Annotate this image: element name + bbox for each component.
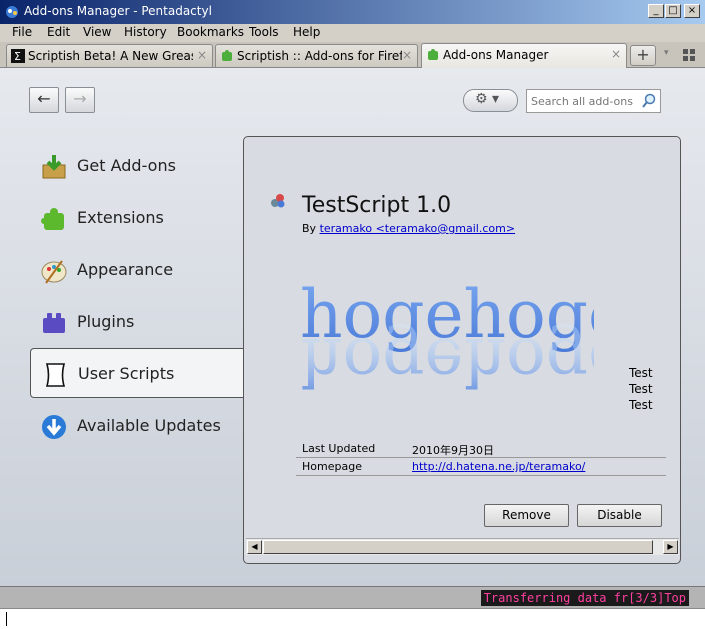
menu-help[interactable]: Help <box>293 25 320 39</box>
category-label: Extensions <box>77 208 164 227</box>
category-user-scripts[interactable]: User Scripts <box>30 348 245 398</box>
menu-tools[interactable]: Tools <box>249 25 279 39</box>
close-tab-icon[interactable]: × <box>611 47 621 61</box>
back-button[interactable]: ← <box>29 87 59 113</box>
horizontal-scrollbar[interactable]: ◀ ▶ <box>246 538 679 555</box>
plugin-icon <box>43 313 65 333</box>
svg-text:Σ: Σ <box>14 50 21 63</box>
scroll-right-icon[interactable]: ▶ <box>663 540 678 554</box>
category-label: Plugins <box>77 312 135 331</box>
text-cursor <box>6 612 7 626</box>
search-input[interactable] <box>531 91 643 111</box>
close-tab-icon[interactable]: × <box>402 48 412 62</box>
remove-button[interactable]: Remove <box>484 504 569 527</box>
category-plugins[interactable]: Plugins <box>30 297 245 347</box>
menu-history[interactable]: History <box>124 25 167 39</box>
detail-row-homepage: Homepage http://d.hatena.ne.jp/teramako/ <box>296 458 666 476</box>
tab-bar: Σ Scriptish Beta! A New Greas… × Scripti… <box>0 42 705 68</box>
category-available-updates[interactable]: Available Updates <box>30 401 245 451</box>
title-bar: Add-ons Manager - Pentadactyl _ □ × <box>0 0 705 24</box>
search-box[interactable] <box>526 89 661 113</box>
get-addons-icon <box>42 155 66 179</box>
detail-key: Last Updated <box>302 442 376 455</box>
status-bar: Transferring data fr[3/3]Top <box>0 586 705 608</box>
detail-key: Homepage <box>302 460 362 473</box>
status-text: Transferring data fr[3/3]Top <box>480 590 689 606</box>
addon-preview-image: hogehoge hogehoge <box>300 276 594 400</box>
puzzle-icon <box>428 49 438 60</box>
addon-version: 1.0 <box>416 193 452 218</box>
minimize-button[interactable]: _ <box>648 4 664 18</box>
category-appearance[interactable]: Appearance <box>30 245 245 295</box>
update-icon <box>42 415 66 439</box>
tab-label: Scriptish :: Add-ons for Firefox <box>237 49 402 63</box>
pentadactyl-icon <box>6 6 18 18</box>
addon-name: TestScript <box>302 193 410 218</box>
new-tab-button[interactable]: + <box>630 45 656 66</box>
category-label: Appearance <box>77 260 174 279</box>
detail-value: 2010年9月30日 <box>412 444 494 457</box>
palette-icon <box>41 260 67 284</box>
test-line: Test <box>629 398 653 412</box>
tab-groups-icon[interactable] <box>682 48 696 62</box>
gear-icon: ⚙ ▾ <box>475 91 500 107</box>
homepage-link[interactable]: http://d.hatena.ne.jp/teramako/ <box>412 460 585 473</box>
scroll-left-icon[interactable]: ◀ <box>247 540 262 554</box>
tab-scriptish-addons[interactable]: Scriptish :: Add-ons for Firefox × <box>215 44 418 67</box>
window-title: Add-ons Manager - Pentadactyl <box>24 4 212 18</box>
sigma-icon: Σ <box>11 49 25 63</box>
tab-addons-manager[interactable]: Add-ons Manager × <box>421 43 627 68</box>
command-line[interactable] <box>0 608 705 629</box>
forward-button[interactable]: → <box>65 87 95 113</box>
puzzle-icon <box>222 50 232 61</box>
test-lines: Test Test Test <box>629 365 653 413</box>
by-label: By <box>302 222 317 235</box>
addon-title: TestScript 1.0 <box>302 193 451 218</box>
addons-manager-content: ← → ⚙ ▾ Get Add-ons Extensions Appearanc… <box>0 68 705 586</box>
script-gems-icon <box>271 194 285 208</box>
author-link[interactable]: teramako <teramako@gmail.com> <box>320 222 516 235</box>
category-label: Get Add-ons <box>77 156 176 175</box>
category-label: User Scripts <box>78 364 175 383</box>
preview-reflection: hogehoge <box>300 323 594 400</box>
close-window-button[interactable]: × <box>684 4 700 18</box>
detail-row-last-updated: Last Updated 2010年9月30日 <box>296 440 666 458</box>
menu-bookmarks[interactable]: Bookmarks <box>177 25 244 39</box>
tab-label: Scriptish Beta! A New Greas… <box>28 49 193 63</box>
maximize-button[interactable]: □ <box>665 4 681 18</box>
addon-details-table: Last Updated 2010年9月30日 Homepage http://… <box>296 440 666 476</box>
scrollbar-thumb[interactable] <box>263 540 653 554</box>
menu-bar: File Edit View History Bookmarks Tools H… <box>0 24 705 42</box>
script-icon <box>45 363 66 387</box>
close-tab-icon[interactable]: × <box>197 48 207 62</box>
test-line: Test <box>629 366 653 380</box>
chevron-down-icon[interactable]: ▾ <box>664 48 669 58</box>
disable-button[interactable]: Disable <box>577 504 662 527</box>
search-icon[interactable] <box>641 93 657 109</box>
menu-file[interactable]: File <box>12 25 32 39</box>
tools-gear-button[interactable]: ⚙ ▾ <box>463 89 518 112</box>
test-line: Test <box>629 382 653 396</box>
category-get-addons[interactable]: Get Add-ons <box>30 141 245 191</box>
menu-view[interactable]: View <box>83 25 111 39</box>
addon-author-line: By teramako <teramako@gmail.com> <box>302 222 515 235</box>
puzzle-icon <box>41 208 64 230</box>
category-label: Available Updates <box>77 416 221 435</box>
addon-detail-panel: TestScript 1.0 By teramako <teramako@gma… <box>243 136 681 564</box>
tab-scriptish-beta[interactable]: Σ Scriptish Beta! A New Greas… × <box>6 44 213 67</box>
menu-edit[interactable]: Edit <box>47 25 70 39</box>
category-extensions[interactable]: Extensions <box>30 193 245 243</box>
tab-label: Add-ons Manager <box>443 48 549 62</box>
